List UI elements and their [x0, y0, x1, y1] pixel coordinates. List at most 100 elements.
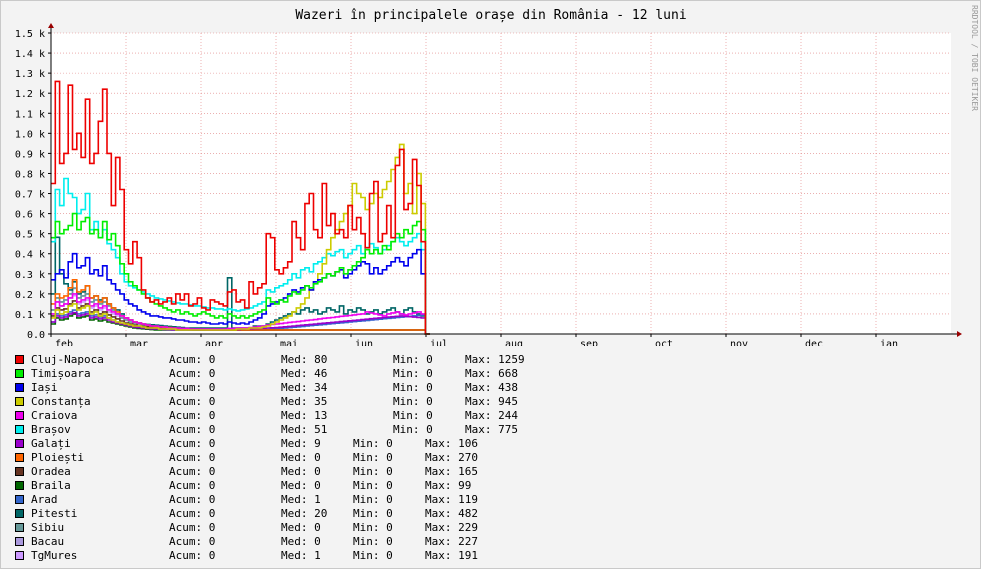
- legend-average: Med: 9: [281, 437, 321, 450]
- legend-max: Max: 668: [465, 367, 518, 380]
- legend-min: Min: 0: [353, 535, 393, 548]
- legend-min: Min: 0: [353, 521, 393, 534]
- legend-average: Med: 1: [281, 493, 321, 506]
- y-tick-label: 1.2 k: [15, 89, 45, 100]
- y-tick-label: 0.4 k: [15, 250, 45, 261]
- legend-swatch: [15, 453, 24, 462]
- legend-min: Min: 0: [353, 437, 393, 450]
- x-tick-label: nov: [730, 339, 748, 346]
- legend-average: Med: 46: [281, 367, 328, 380]
- legend-current: Acum: 0: [169, 395, 216, 408]
- y-tick-label: 0.2 k: [15, 290, 45, 301]
- chart-frame: Wazeri în principalele orașe din România…: [0, 0, 981, 569]
- x-tick-label: iun: [355, 339, 373, 346]
- legend-swatch: [15, 509, 24, 518]
- legend-max: Max: 945: [465, 395, 518, 408]
- x-tick-label: aug: [505, 339, 523, 346]
- y-tick-label: 0.0: [27, 330, 45, 341]
- legend-max: Max: 438: [465, 381, 518, 394]
- legend-max: Max: 244: [465, 409, 518, 422]
- legend-series-name: Braila: [31, 479, 71, 492]
- legend-average: Med: 0: [281, 521, 321, 534]
- legend-swatch: [15, 355, 24, 364]
- legend-average: Med: 20: [281, 507, 328, 520]
- legend-series-name: Sibiu: [31, 521, 65, 534]
- watermark: RRDTOOL / TOBI OETIKER: [970, 5, 979, 111]
- legend-swatch: [15, 537, 24, 546]
- y-tick-label: 0.7 k: [15, 190, 45, 201]
- legend-average: Med: 13: [281, 409, 328, 422]
- legend-min: Min: 0: [393, 409, 433, 422]
- legend-average: Med: 51: [281, 423, 328, 436]
- legend-average: Med: 0: [281, 479, 321, 492]
- legend-average: Med: 0: [281, 465, 321, 478]
- legend-average: Med: 35: [281, 395, 328, 408]
- legend-series-name: Constanța: [31, 395, 91, 408]
- legend-series-name: Timișoara: [31, 367, 91, 380]
- y-tick-label: 1.1 k: [15, 109, 45, 120]
- x-tick-label: apr: [205, 339, 223, 346]
- legend-max: Max: 1259: [465, 353, 525, 366]
- legend-min: Min: 0: [393, 381, 433, 394]
- y-tick-label: 1.3 k: [15, 69, 45, 80]
- legend-current: Acum: 0: [169, 521, 216, 534]
- legend-swatch: [15, 411, 24, 420]
- chart-title: Wazeri în principalele orașe din România…: [295, 8, 686, 23]
- y-tick-label: 1.0 k: [15, 129, 45, 140]
- legend-current: Acum: 0: [169, 479, 216, 492]
- y-axis-arrow: [48, 23, 54, 28]
- legend-current: Acum: 0: [169, 409, 216, 422]
- y-tick-label: 0.9 k: [15, 149, 45, 160]
- chart-canvas: Wazeri în principalele orașe din România…: [15, 8, 962, 346]
- legend-swatch: [15, 523, 24, 532]
- legend-series-name: Craiova: [31, 409, 78, 422]
- legend-max: Max: 106: [425, 437, 478, 450]
- legend-max: Max: 227: [425, 535, 478, 548]
- x-tick-label: dec: [805, 339, 823, 346]
- y-tick-label: 0.1 k: [15, 310, 45, 321]
- legend-current: Acum: 0: [169, 437, 216, 450]
- legend-series-name: Oradea: [31, 465, 71, 478]
- legend-current: Acum: 0: [169, 423, 216, 436]
- legend-max: Max: 165: [425, 465, 478, 478]
- y-tick-label: 0.3 k: [15, 270, 45, 281]
- legend-current: Acum: 0: [169, 493, 216, 506]
- legend-series-name: Galați: [31, 437, 71, 450]
- legend-current: Acum: 0: [169, 451, 216, 464]
- x-tick-label: sep: [580, 339, 598, 346]
- legend-min: Min: 0: [353, 451, 393, 464]
- legend-max: Max: 99: [425, 479, 472, 492]
- legend-swatch: [15, 383, 24, 392]
- legend-current: Acum: 0: [169, 367, 216, 380]
- legend-series-name: Pitesti: [31, 507, 78, 520]
- y-tick-label: 0.8 k: [15, 169, 45, 180]
- legend-max: Max: 482: [425, 507, 478, 520]
- legend-series-name: Arad: [31, 493, 58, 506]
- legend-min: Min: 0: [353, 479, 393, 492]
- legend-swatch: [15, 369, 24, 378]
- legend-max: Max: 229: [425, 521, 478, 534]
- x-tick-label: iul: [430, 339, 448, 346]
- legend-average: Med: 0: [281, 535, 321, 548]
- legend-series-name: Bacau: [31, 535, 65, 548]
- y-tick-label: 0.5 k: [15, 230, 45, 241]
- legend-series-name: Cluj-Napoca: [31, 353, 104, 366]
- legend-average: Med: 1: [281, 549, 321, 562]
- legend-swatch: [15, 551, 24, 560]
- x-tick-label: mar: [130, 339, 148, 346]
- legend-current: Acum: 0: [169, 549, 216, 562]
- legend-min: Min: 0: [393, 367, 433, 380]
- legend-min: Min: 0: [393, 423, 433, 436]
- x-tick-label: ian: [880, 339, 898, 346]
- x-axis-arrow: [957, 331, 962, 337]
- legend-swatch: [15, 425, 24, 434]
- x-tick-label: feb: [55, 339, 73, 346]
- legend-min: Min: 0: [353, 507, 393, 520]
- legend-max: Max: 270: [425, 451, 478, 464]
- legend-min: Min: 0: [353, 465, 393, 478]
- legend-max: Max: 191: [425, 549, 478, 562]
- legend-swatch: [15, 481, 24, 490]
- x-tick-label: oct: [655, 339, 673, 346]
- legend-current: Acum: 0: [169, 353, 216, 366]
- legend-min: Min: 0: [353, 549, 393, 562]
